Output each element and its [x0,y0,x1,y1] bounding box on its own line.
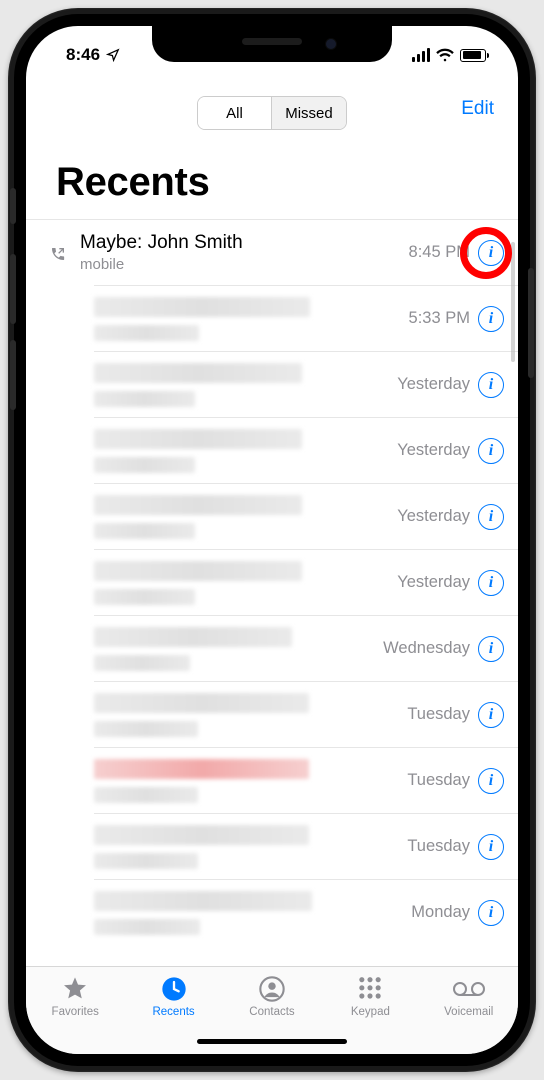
call-row[interactable]: Yesterday i [94,417,518,483]
call-main [94,297,409,341]
call-row[interactable]: Wednesday i [94,615,518,681]
voicemail-icon [452,975,486,1003]
call-time: Yesterday [397,441,470,460]
clock-icon [160,975,188,1003]
caller-name: Maybe: John Smith [80,232,403,254]
device-frame: 8:46 All Missed Edit Recents [8,8,536,1072]
call-time: Wednesday [383,639,470,658]
cellular-signal-icon [412,48,431,62]
tab-keypad[interactable]: Keypad [321,975,419,1018]
info-button[interactable]: i [478,504,504,530]
tab-favorites[interactable]: Favorites [26,975,124,1018]
call-time: Yesterday [397,375,470,394]
scrollbar[interactable] [511,242,515,362]
battery-icon [460,49,486,62]
call-row[interactable]: Yesterday i [94,549,518,615]
call-time: Tuesday [407,705,470,724]
call-row[interactable]: Tuesday i [94,747,518,813]
call-row[interactable]: Yesterday i [94,483,518,549]
call-time: 8:45 PM [409,243,470,262]
call-row[interactable]: 5:33 PM i [94,285,518,351]
wifi-icon [436,48,454,62]
recents-list[interactable]: Maybe: John Smithmobile8:45 PMi5:33 PMiY… [26,219,518,966]
call-row[interactable]: Tuesday i [94,813,518,879]
call-time: Yesterday [397,507,470,526]
call-time: Monday [411,903,470,922]
info-button[interactable]: i [478,240,504,266]
segment-all[interactable]: All [198,97,272,129]
status-time: 8:46 [66,45,100,65]
call-main [94,891,411,935]
page-title: Recents [26,136,518,219]
info-button[interactable]: i [478,834,504,860]
call-main [94,429,397,473]
info-button[interactable]: i [478,570,504,596]
call-time: Tuesday [407,771,470,790]
screen: 8:46 All Missed Edit Recents [26,26,518,1054]
contact-icon [258,975,286,1003]
star-icon [61,975,89,1003]
call-main [94,561,397,605]
info-button[interactable]: i [478,768,504,794]
edit-button[interactable]: Edit [461,98,494,120]
front-camera [325,38,337,50]
call-main [94,495,397,539]
tab-label: Favorites [52,1006,99,1018]
notch [152,26,392,62]
info-button[interactable]: i [478,372,504,398]
tab-label: Voicemail [444,1006,493,1018]
call-row[interactable]: Mondayi [94,879,518,945]
info-button[interactable]: i [478,438,504,464]
info-button[interactable]: i [478,702,504,728]
volume-down-button [10,340,16,410]
call-time: 5:33 PM [409,309,470,328]
call-main [94,627,383,671]
segmented-control[interactable]: All Missed [197,96,347,130]
info-button[interactable]: i [478,900,504,926]
info-button[interactable]: i [478,306,504,332]
call-time: Tuesday [407,837,470,856]
tab-voicemail[interactable]: Voicemail [420,975,518,1018]
home-indicator[interactable] [197,1039,347,1044]
call-row[interactable]: Maybe: John Smith mobile 8:45 PM i [26,219,518,285]
call-time: Yesterday [397,573,470,592]
volume-up-button [10,254,16,324]
call-row[interactable]: Tuesday i [94,681,518,747]
info-button[interactable]: i [478,636,504,662]
keypad-icon [356,975,384,1003]
call-main [94,693,407,737]
tab-label: Keypad [351,1006,390,1018]
mute-switch [10,188,16,224]
call-main [94,825,407,869]
tab-label: Contacts [249,1006,294,1018]
speaker-grille [242,38,302,45]
side-button [528,268,534,378]
tab-bar: Favorites Recents Contacts [26,966,518,1054]
location-icon [106,48,120,62]
segment-missed[interactable]: Missed [272,97,346,129]
tab-recents[interactable]: Recents [124,975,222,1018]
call-main [94,759,407,803]
call-row[interactable]: Yesterday i [94,351,518,417]
tab-label: Recents [152,1006,194,1018]
filter-bar: All Missed Edit [26,80,518,136]
caller-label: mobile [80,256,403,273]
tab-contacts[interactable]: Contacts [223,975,321,1018]
call-main: Maybe: John Smith mobile [80,232,409,273]
outgoing-call-icon [50,244,80,262]
call-main [94,363,397,407]
